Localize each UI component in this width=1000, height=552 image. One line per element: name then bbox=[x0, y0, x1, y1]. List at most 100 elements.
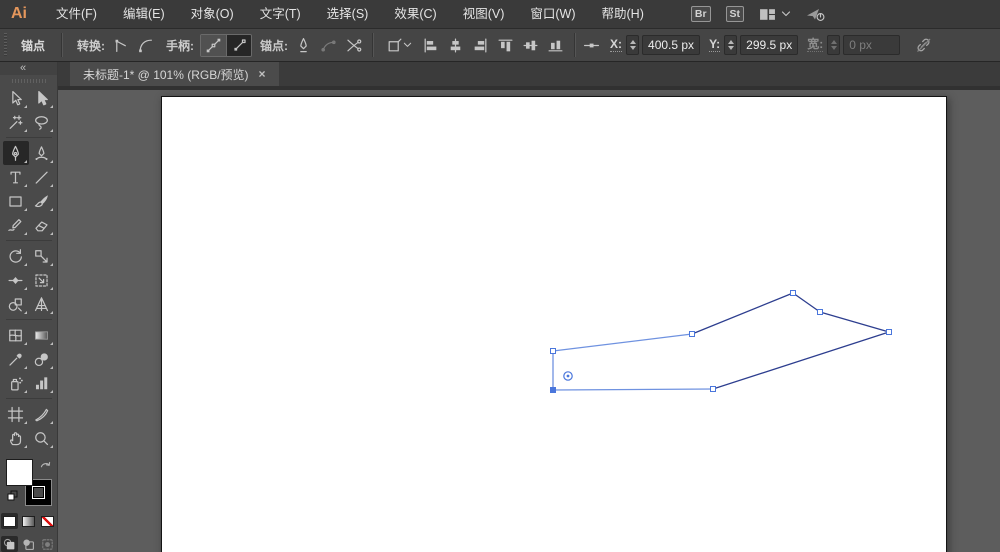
share-gpu-icon[interactable] bbox=[806, 6, 826, 23]
cut-path-button[interactable] bbox=[341, 34, 366, 57]
show-handles-button[interactable] bbox=[201, 35, 226, 56]
connect-path-button[interactable] bbox=[316, 34, 341, 57]
swap-fill-stroke-icon[interactable] bbox=[40, 460, 51, 470]
flyout-indicator bbox=[24, 263, 27, 266]
color-button[interactable] bbox=[1, 513, 18, 529]
draw-inside-button[interactable] bbox=[39, 536, 56, 552]
rectangle-tool[interactable] bbox=[3, 189, 29, 213]
y-stepper[interactable] bbox=[724, 35, 737, 55]
gradient-tool[interactable] bbox=[29, 323, 55, 347]
shape-builder-tool[interactable] bbox=[3, 292, 29, 316]
draw-behind-icon bbox=[21, 537, 36, 552]
rotate-tool[interactable] bbox=[3, 244, 29, 268]
scissors-cut-path-icon bbox=[345, 37, 362, 54]
align-right-button[interactable] bbox=[468, 34, 493, 57]
shaper-tool[interactable] bbox=[3, 213, 29, 237]
menu-item-8[interactable]: 帮助(H) bbox=[589, 0, 657, 28]
convert-to-corner-button[interactable] bbox=[108, 34, 133, 57]
panel-grip[interactable] bbox=[2, 33, 9, 57]
control-panel: 锚点 转换: 手柄: 锚点: bbox=[0, 29, 1000, 62]
artboard-tool[interactable] bbox=[3, 402, 29, 426]
document-tab-bar: 未标题-1* @ 101% (RGB/预览) × bbox=[58, 62, 1000, 90]
tab-close-icon[interactable]: × bbox=[259, 68, 266, 80]
paintbrush-tool[interactable] bbox=[29, 189, 55, 213]
menu-item-4[interactable]: 选择(S) bbox=[314, 0, 382, 28]
menu-item-1[interactable]: 编辑(E) bbox=[110, 0, 178, 28]
align-center-horizontal-button[interactable] bbox=[443, 34, 468, 57]
draw-normal-button[interactable] bbox=[1, 536, 18, 552]
line-segment-tool[interactable] bbox=[29, 165, 55, 189]
perspective-grid-tool[interactable] bbox=[29, 292, 55, 316]
stock-button[interactable]: St bbox=[726, 6, 745, 22]
x-input[interactable]: 400.5 px bbox=[642, 35, 700, 55]
magic-wand-tool[interactable] bbox=[3, 110, 29, 134]
eraser-tool[interactable] bbox=[29, 213, 55, 237]
lasso-tool[interactable] bbox=[29, 110, 55, 134]
bridge-button[interactable]: Br bbox=[691, 6, 711, 22]
x-position-field: X: 400.5 px bbox=[610, 35, 700, 55]
align-center-vertical-button[interactable] bbox=[518, 34, 543, 57]
align-bottom-button[interactable] bbox=[543, 34, 568, 57]
mesh-tool[interactable] bbox=[3, 323, 29, 347]
default-fill-stroke-icon[interactable] bbox=[7, 490, 18, 501]
tool-group-divider bbox=[6, 137, 52, 138]
column-graph-tool[interactable] bbox=[29, 371, 55, 395]
align-left-button[interactable] bbox=[418, 34, 443, 57]
draw-behind-button[interactable] bbox=[20, 536, 37, 552]
flyout-indicator bbox=[24, 390, 27, 393]
direct-selection-tool[interactable] bbox=[3, 86, 29, 110]
flyout-indicator bbox=[50, 366, 53, 369]
flyout-indicator bbox=[24, 311, 27, 314]
gradient-button[interactable] bbox=[20, 513, 37, 529]
flyout-indicator bbox=[50, 445, 53, 448]
document-tab[interactable]: 未标题-1* @ 101% (RGB/预览) × bbox=[70, 62, 279, 86]
workspace-switcher[interactable] bbox=[759, 6, 791, 23]
slice-tool[interactable] bbox=[29, 402, 55, 426]
pen-tool[interactable] bbox=[3, 141, 29, 165]
type-tool[interactable] bbox=[3, 165, 29, 189]
remove-anchor-button[interactable] bbox=[291, 34, 316, 57]
menu-item-7[interactable]: 窗口(W) bbox=[517, 0, 588, 28]
pen-path-overlay[interactable] bbox=[58, 90, 1000, 552]
convert-to-smooth-button[interactable] bbox=[133, 34, 158, 57]
zoom-tool[interactable] bbox=[29, 426, 55, 450]
scale-tool[interactable] bbox=[29, 244, 55, 268]
selection-tool[interactable] bbox=[29, 86, 55, 110]
collapse-panel-button[interactable]: « bbox=[0, 62, 57, 75]
menu-item-6[interactable]: 视图(V) bbox=[450, 0, 518, 28]
x-stepper[interactable] bbox=[626, 35, 639, 55]
drawing-mode-buttons bbox=[1, 536, 56, 552]
eyedropper-tool[interactable] bbox=[3, 347, 29, 371]
control-panel-label: 锚点 bbox=[9, 37, 55, 54]
blend-tool-icon bbox=[33, 351, 50, 368]
zoom-tool-icon bbox=[33, 430, 50, 447]
canvas-pasteboard[interactable] bbox=[58, 90, 1000, 552]
curvature-tool-icon bbox=[33, 145, 50, 162]
align-to-artboard-dropdown[interactable] bbox=[380, 34, 418, 57]
hand-tool[interactable] bbox=[3, 426, 29, 450]
anchors-label: 锚点: bbox=[252, 37, 291, 54]
none-button[interactable] bbox=[39, 513, 56, 529]
menu-item-0[interactable]: 文件(F) bbox=[43, 0, 110, 28]
blend-tool[interactable] bbox=[29, 347, 55, 371]
align-top-button[interactable] bbox=[493, 34, 518, 57]
width-tool[interactable] bbox=[3, 268, 29, 292]
draw-inside-icon bbox=[40, 537, 55, 552]
selection-tool-icon bbox=[33, 90, 50, 107]
free-transform-tool[interactable] bbox=[29, 268, 55, 292]
menu-item-2[interactable]: 对象(O) bbox=[178, 0, 247, 28]
curvature-tool[interactable] bbox=[29, 141, 55, 165]
menu-item-3[interactable]: 文字(T) bbox=[247, 0, 314, 28]
fill-swatch[interactable] bbox=[6, 459, 33, 486]
width-input: 0 px bbox=[843, 35, 900, 55]
tools-panel-grip[interactable] bbox=[12, 79, 46, 83]
symbol-sprayer-tool[interactable] bbox=[3, 371, 29, 395]
fill-stroke-control[interactable] bbox=[6, 459, 52, 506]
hide-handles-button[interactable] bbox=[226, 35, 251, 56]
y-input[interactable]: 299.5 px bbox=[740, 35, 798, 55]
workspace-layout-icon bbox=[759, 6, 776, 23]
free-transform-tool-icon bbox=[33, 272, 50, 289]
mesh-tool-icon bbox=[7, 327, 24, 344]
menu-item-5[interactable]: 效果(C) bbox=[381, 0, 449, 28]
draw-normal-icon bbox=[2, 537, 17, 552]
